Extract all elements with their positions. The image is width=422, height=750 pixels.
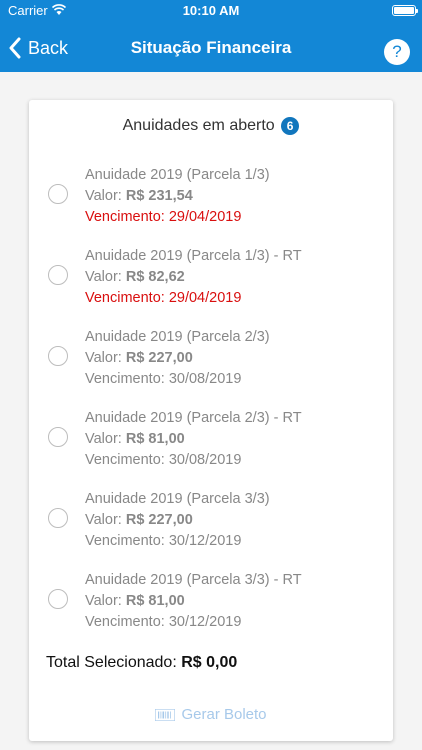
list-item[interactable]: Anuidade 2019 (Parcela 3/3) - RT Valor: … [29,570,393,648]
item-due-date: Vencimento: 29/04/2019 [85,209,242,225]
item-due-date: Vencimento: 30/12/2019 [85,614,242,630]
radio-button[interactable] [48,427,68,447]
item-value: R$ 227,00 [125,512,193,528]
card-header: Anuidades em aberto 6 [29,117,393,135]
item-due-date: Vencimento: 30/08/2019 [85,452,242,468]
list-item[interactable]: Anuidade 2019 (Parcela 1/3) - RT Valor: … [29,246,393,324]
barcode-icon [155,708,176,721]
list-item[interactable]: Anuidade 2019 (Parcela 1/3) Valor: R$ 23… [29,165,393,243]
item-title: Anuidade 2019 (Parcela 1/3) [85,167,270,183]
item-value: R$ 81,00 [125,431,185,447]
total-value: R$ 0,00 [181,654,238,671]
navigation-bar: Carrier 10:10 AM Back Situação Financeir… [0,0,422,72]
radio-button[interactable] [48,184,68,204]
item-title: Anuidade 2019 (Parcela 3/3) - RT [85,572,302,588]
item-title: Anuidade 2019 (Parcela 2/3) - RT [85,410,302,426]
list-item[interactable]: Anuidade 2019 (Parcela 2/3) Valor: R$ 22… [29,327,393,405]
item-value: R$ 82,62 [125,269,185,285]
back-button[interactable]: Back [8,34,68,62]
annuities-card: Anuidades em aberto 6 Anuidade 2019 (Par… [29,100,393,741]
item-due-date: Vencimento: 30/12/2019 [85,533,242,549]
item-title: Anuidade 2019 (Parcela 1/3) - RT [85,248,302,264]
list-item[interactable]: Anuidade 2019 (Parcela 2/3) - RT Valor: … [29,408,393,486]
value-label: Valor: [85,350,126,366]
radio-button[interactable] [48,265,68,285]
item-due-date: Vencimento: 30/08/2019 [85,371,242,387]
total-selected: Total Selecionado: R$ 0,00 [46,654,237,672]
item-value: R$ 227,00 [125,350,193,366]
value-label: Valor: [85,188,126,204]
count-badge: 6 [280,117,300,135]
value-label: Valor: [85,431,126,447]
chevron-left-icon [9,37,21,59]
status-time: 10:10 AM [182,3,240,18]
status-bar: Carrier 10:10 AM [0,0,422,22]
item-due-date: Vencimento: 29/04/2019 [85,290,242,306]
generate-boleto-label: Gerar Boleto [181,706,267,723]
card-title: Anuidades em aberto [122,117,275,134]
list-item[interactable]: Anuidade 2019 (Parcela 3/3) Valor: R$ 22… [29,489,393,567]
value-label: Valor: [85,269,126,285]
item-value: R$ 231,54 [125,188,193,204]
value-label: Valor: [85,593,126,609]
radio-button[interactable] [48,508,68,528]
generate-boleto-button[interactable]: Gerar Boleto [29,706,393,723]
help-button[interactable]: ? [384,39,410,65]
back-label: Back [28,37,69,58]
item-value: R$ 81,00 [125,593,185,609]
item-title: Anuidade 2019 (Parcela 2/3) [85,329,270,345]
total-label: Total Selecionado: [46,654,182,671]
radio-button[interactable] [48,346,68,366]
battery-icon [392,5,418,16]
value-label: Valor: [85,512,126,528]
item-title: Anuidade 2019 (Parcela 3/3) [85,491,270,507]
radio-button[interactable] [48,589,68,609]
